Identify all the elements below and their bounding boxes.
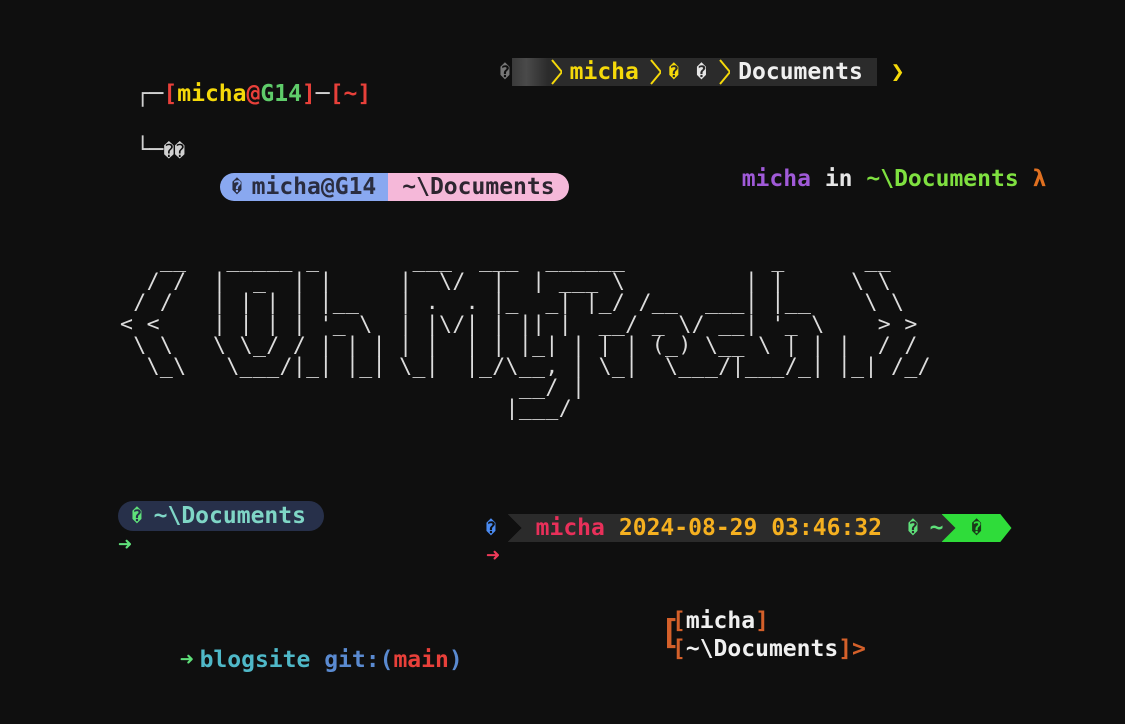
git-icon: � [132, 506, 142, 525]
bracket: ] [357, 81, 372, 107]
prompt-parrot-line2: └─�� [108, 116, 185, 162]
prompt-bubble: � ~\Documents [118, 501, 324, 531]
lead-glyph-icon: � [486, 518, 496, 537]
prompt-end-chevron: ❯ [890, 58, 905, 85]
bracket: ] [755, 608, 769, 634]
prompt-userhost: micha@G14 [251, 173, 377, 200]
prompt-end: > [852, 636, 866, 662]
corner-bottom: └─ [135, 137, 164, 163]
paren: ( [379, 647, 394, 673]
prompt-path: ~\Documents [402, 173, 555, 200]
bracket: ] [301, 81, 316, 107]
prompt-parrot: ┌─[micha@G14]─[~] [108, 60, 372, 107]
chevron-right-icon [719, 59, 731, 85]
prompt-lambda: micha in ~\Documents λ [714, 145, 1047, 192]
prompt-path: ~\Documents [866, 166, 1019, 192]
home-icon: � [908, 518, 918, 537]
oh-my-posh-ascii-logo: __ _____ _ ___ ___ ______ _ __ / / | _ |… [120, 248, 931, 422]
bracket: [ [672, 608, 686, 634]
prompt-glyph-icon: �� [163, 141, 186, 162]
prompt-arrow: ➜ [118, 532, 132, 558]
chevron-right-icon [650, 59, 661, 85]
prompt-datetime: � micha 2024-08-29 03:46:32 � ~ � [486, 514, 1012, 542]
prompt-pill: � micha@G14 ~\Documents [220, 173, 569, 201]
prompt-user: micha [685, 608, 756, 634]
end-glyph-icon: � [971, 518, 982, 537]
pill-right: ~\Documents [388, 173, 569, 201]
prompt-path: ~ [343, 81, 358, 107]
pill-left: � micha@G14 [220, 173, 389, 201]
prompt-arrow: ➜ [486, 543, 500, 569]
datetime-segment: micha 2024-08-29 03:46:32 � ~ [507, 514, 956, 542]
prompt-in: in [824, 166, 853, 192]
prompt-user: micha [535, 514, 605, 541]
prompt-tilde: ~ [929, 514, 944, 541]
prompt-host: G14 [260, 81, 302, 107]
bracket: [ [329, 81, 344, 107]
folder-icon: � [696, 62, 707, 81]
dash: ─ [315, 81, 330, 107]
prompt-folder: Documents [738, 58, 863, 85]
prompt-git: ➜ blogsite git:(main) [152, 626, 463, 672]
prompt-arrow: ➜ [179, 647, 194, 673]
chevron-right-icon [550, 59, 562, 85]
git-branch: main [393, 647, 449, 673]
prompt-user: micha [177, 81, 247, 107]
windows-icon: � [232, 177, 242, 196]
corner-top: ┌─ [135, 81, 164, 107]
home-icon: � [668, 62, 679, 81]
shade-block [511, 58, 548, 86]
prompt-dir: blogsite [199, 647, 311, 673]
paren: ) [448, 647, 463, 673]
at-sign: @ [246, 81, 261, 107]
prompt-powerline: � micha � � Documents ❯ [500, 57, 905, 87]
prompt-brackets: [micha] [~\Documents]> [672, 607, 866, 663]
git-label: git: [324, 647, 380, 673]
prompt-user: micha [569, 58, 639, 85]
bracket: [ [672, 636, 686, 662]
prompt-path: ~\Documents [685, 636, 839, 662]
prompt-user: micha [741, 166, 811, 192]
lead-glyph-icon: � [500, 62, 510, 81]
powerline-segment: micha � � Documents [511, 58, 877, 86]
lambda-symbol: λ [1032, 166, 1047, 192]
bracket: ] [838, 636, 853, 662]
bracket: [ [163, 81, 178, 107]
prompt-path: ~\Documents [153, 502, 306, 529]
prompt-datetime-value: 2024-08-29 03:46:32 [618, 514, 882, 541]
